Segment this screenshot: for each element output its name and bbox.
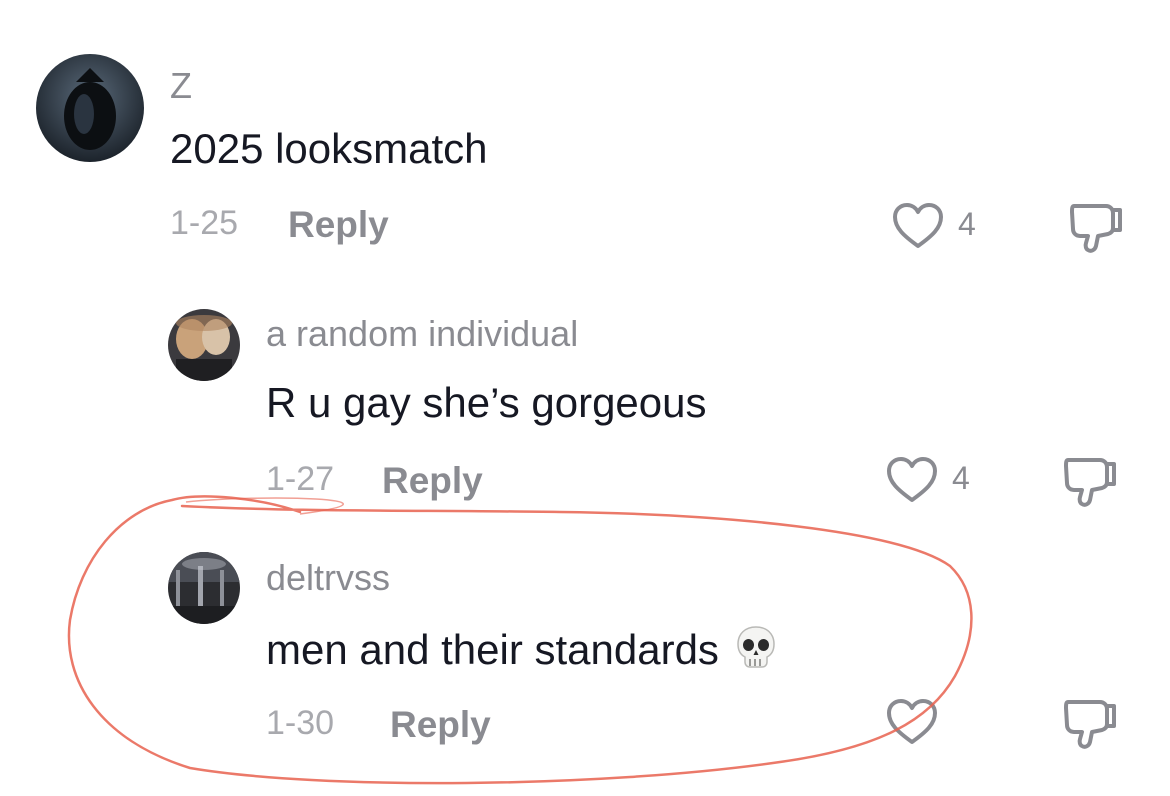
comment-text-content: men and their standards xyxy=(266,626,719,673)
avatar-a-random-individual[interactable] xyxy=(168,309,240,381)
reply-button[interactable]: Reply xyxy=(390,706,491,743)
thumbs-down-icon xyxy=(1064,700,1116,749)
thumbs-down-icon xyxy=(1064,458,1116,507)
thumbs-down-icon xyxy=(1070,204,1122,253)
comment-username[interactable]: Z xyxy=(170,68,192,104)
comment-text: R u gay she’s gorgeous xyxy=(266,379,707,426)
comment-date: 1-27 xyxy=(266,460,335,498)
heart-outline-icon xyxy=(887,457,937,502)
heart-outline-icon xyxy=(887,699,937,744)
comment-username[interactable]: a random individual xyxy=(266,316,578,352)
reply-button[interactable]: Reply xyxy=(382,462,483,499)
like-count: 4 xyxy=(958,206,976,242)
reply-button[interactable]: Reply xyxy=(288,206,389,243)
like-button[interactable]: 4 xyxy=(884,452,994,508)
like-button[interactable] xyxy=(884,694,944,750)
dislike-button[interactable] xyxy=(1060,452,1120,508)
comment-date: 1-25 xyxy=(170,204,239,242)
comment-text: men and their standards xyxy=(266,624,779,677)
like-count: 4 xyxy=(952,460,970,496)
avatar-z[interactable] xyxy=(36,54,144,162)
like-button[interactable]: 4 xyxy=(890,198,1000,254)
dislike-button[interactable] xyxy=(1066,198,1126,254)
avatar-deltrvss[interactable] xyxy=(168,552,240,624)
dislike-button[interactable] xyxy=(1060,694,1120,750)
comment-username[interactable]: deltrvss xyxy=(266,560,390,596)
comment-date: 1-30 xyxy=(266,704,335,742)
comment-text: 2025 looksmatch xyxy=(170,125,488,172)
skull-emoji xyxy=(733,624,779,677)
heart-outline-icon xyxy=(893,203,943,248)
